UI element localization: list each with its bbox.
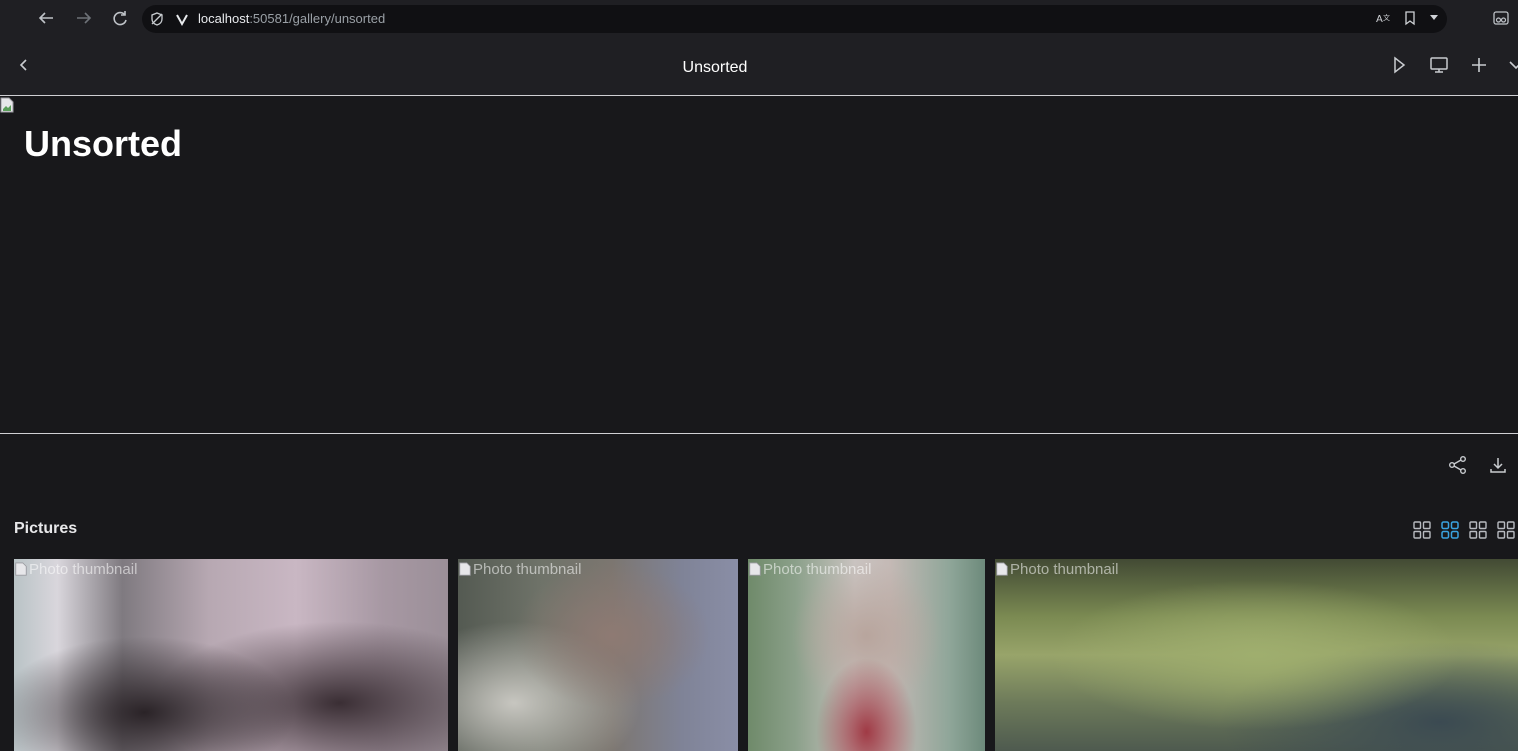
reload-icon[interactable]	[108, 8, 132, 30]
shield-icon[interactable]	[149, 11, 165, 27]
thumbnail-alt-text: Photo thumbnail	[14, 561, 137, 579]
photo-thumbnail[interactable]: Photo thumbnail	[995, 559, 1518, 751]
grid-icon[interactable]	[1468, 520, 1488, 540]
photo-thumbnail[interactable]: Photo thumbnail	[14, 559, 448, 751]
share-icon[interactable]	[1447, 455, 1469, 477]
thumbnail-alt-label: Photo thumbnail	[763, 561, 872, 578]
app-header: Unsorted	[0, 39, 1518, 96]
browser-toolbar: localhost:50581/gallery/unsorted A文	[0, 0, 1518, 39]
album-title: Unsorted	[24, 123, 183, 164]
thumbnail-alt-label: Photo thumbnail	[29, 561, 138, 578]
dropdown-icon[interactable]	[1425, 10, 1443, 28]
vivaldi-icon	[174, 11, 190, 27]
forward-arrow-icon[interactable]	[72, 8, 96, 30]
broken-image-icon	[0, 97, 14, 113]
translate-icon[interactable]: A文	[1374, 10, 1392, 28]
grid-icon[interactable]	[1412, 520, 1432, 540]
monitor-icon[interactable]	[1427, 55, 1451, 79]
page-title: Unsorted	[682, 59, 748, 76]
back-arrow-icon[interactable]	[34, 8, 58, 30]
address-bar[interactable]: localhost:50581/gallery/unsorted A文	[142, 5, 1447, 33]
chevron-down-icon[interactable]	[1506, 55, 1518, 79]
grid-icon[interactable]	[1496, 520, 1516, 540]
thumbnail-alt-label: Photo thumbnail	[473, 561, 582, 578]
album-cover: Unsorted	[0, 97, 1518, 434]
svg-text:文: 文	[1383, 13, 1390, 22]
thumbnail-alt-label: Photo thumbnail	[1010, 561, 1119, 578]
photo-thumbnail[interactable]: Photo thumbnail	[748, 559, 985, 751]
thumbnail-alt-text: Photo thumbnail	[995, 561, 1118, 579]
section-title: Pictures	[14, 520, 78, 537]
play-icon[interactable]	[1387, 55, 1411, 79]
plus-icon[interactable]	[1467, 55, 1491, 79]
download-icon[interactable]	[1487, 455, 1509, 477]
url-path: :50581/gallery/unsorted	[249, 11, 386, 26]
url-host: localhost	[198, 11, 250, 26]
url-text[interactable]: localhost:50581/gallery/unsorted	[198, 11, 385, 27]
bookmark-icon[interactable]	[1401, 10, 1419, 28]
extension-icon[interactable]	[1491, 9, 1511, 29]
thumbnail-alt-text: Photo thumbnail	[748, 561, 871, 579]
grid-icon[interactable]	[1440, 520, 1460, 540]
thumbnail-alt-text: Photo thumbnail	[458, 561, 581, 579]
photo-thumbnail[interactable]: Photo thumbnail	[458, 559, 738, 751]
svg-text:A: A	[1376, 14, 1383, 25]
